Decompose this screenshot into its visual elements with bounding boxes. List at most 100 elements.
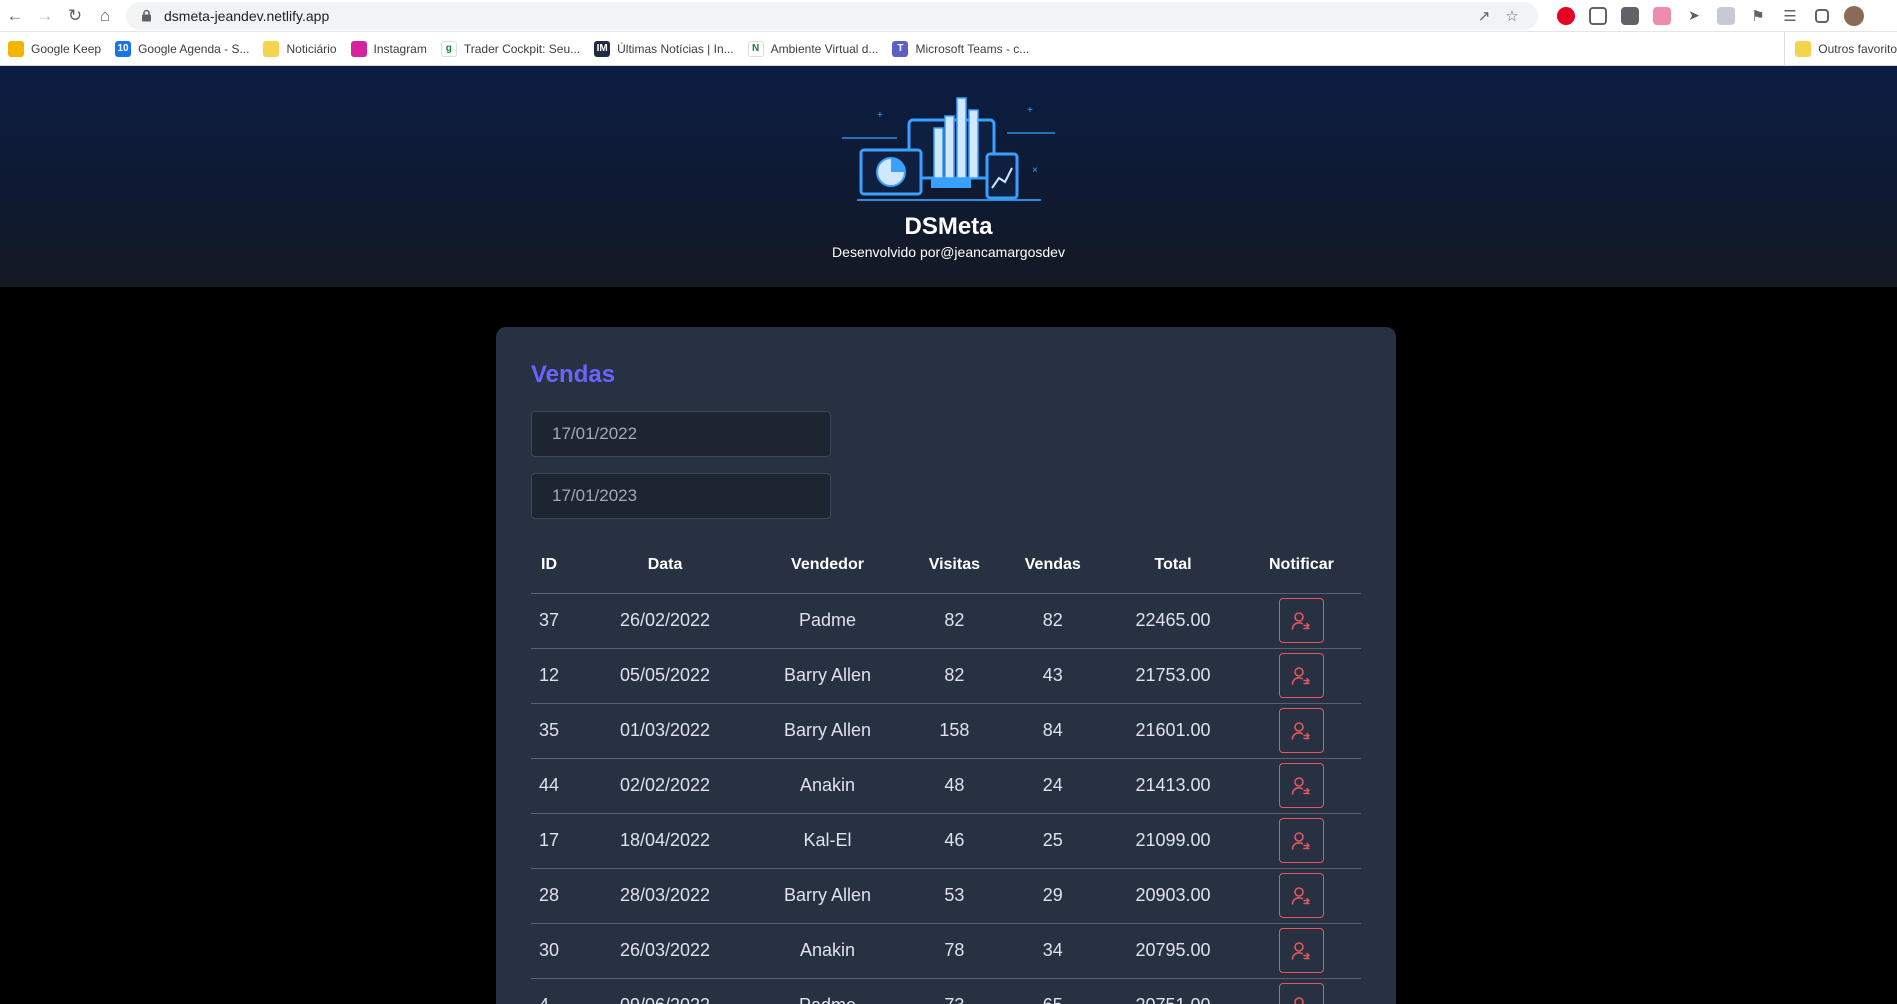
notify-button[interactable] xyxy=(1278,598,1324,643)
table-row: 30 26/03/2022 Anakin 78 34 20795.00 xyxy=(531,923,1361,979)
svg-text:+: + xyxy=(877,110,883,121)
profile-avatar[interactable] xyxy=(1838,0,1870,32)
notify-user-icon xyxy=(1292,666,1311,685)
cell-id: 44 xyxy=(531,758,583,814)
address-bar[interactable]: dsmeta-jeandev.netlify.app ↗ ☆ xyxy=(126,1,1538,30)
home-icon[interactable]: ⌂ xyxy=(90,0,120,32)
cell-total: 21601.00 xyxy=(1104,703,1242,759)
cell-seller: Kal-El xyxy=(747,813,908,869)
cell-notify xyxy=(1241,648,1361,704)
bookmark-label: Ambiente Virtual d... xyxy=(770,41,879,56)
cell-visits: 48 xyxy=(907,758,1002,814)
svg-text:+: + xyxy=(1027,105,1033,116)
cell-sales: 25 xyxy=(1001,813,1105,869)
screenshot-extension-icon[interactable] xyxy=(1582,0,1614,32)
col-seller: Vendedor xyxy=(747,537,908,594)
folder-icon xyxy=(1795,41,1812,57)
cell-notify xyxy=(1241,703,1361,759)
bookmark-item[interactable]: Instagram xyxy=(350,40,427,57)
notify-button[interactable] xyxy=(1278,708,1324,753)
cell-visits: 53 xyxy=(907,868,1002,924)
notify-button[interactable] xyxy=(1278,763,1324,808)
cell-sales: 34 xyxy=(1001,923,1105,979)
url-text: dsmeta-jeandev.netlify.app xyxy=(164,7,330,24)
bookmark-item[interactable]: 10 Google Agenda - S... xyxy=(115,40,250,57)
code-extension-icon[interactable] xyxy=(1710,0,1742,32)
back-arrow-icon[interactable]: ← xyxy=(0,0,30,32)
translate-extension-icon[interactable] xyxy=(1614,0,1646,32)
cell-id: 4 xyxy=(531,978,583,1004)
bookmark-favicon-icon xyxy=(263,40,280,57)
bookmark-favicon-icon: g xyxy=(440,40,457,57)
col-date: Data xyxy=(582,537,748,594)
notify-button[interactable] xyxy=(1278,653,1324,698)
cell-seller: Barry Allen xyxy=(747,703,908,759)
notify-button[interactable] xyxy=(1278,928,1324,973)
browser-toolbar: ← → ↻ ⌂ dsmeta-jeandev.netlify.app ↗ ☆ ➤… xyxy=(0,0,1897,32)
min-date-input[interactable]: 17/01/2022 xyxy=(531,411,831,457)
bookmark-favicon-icon: T xyxy=(892,40,909,57)
cell-id: 30 xyxy=(531,923,583,979)
star-icon[interactable]: ☆ xyxy=(1498,2,1526,30)
bookmark-label: Google Agenda - S... xyxy=(138,41,250,56)
bookmark-item[interactable]: IM Últimas Notícias | In... xyxy=(594,40,734,57)
main-content: Vendas 17/01/2022 17/01/2023 ID Data Ven… xyxy=(0,287,1897,1004)
lock-icon xyxy=(138,8,154,24)
bookmark-label: Noticiário xyxy=(286,41,337,56)
cell-notify xyxy=(1241,923,1361,979)
bookmark-item[interactable]: Google Keep xyxy=(8,40,101,57)
cell-sales: 65 xyxy=(1001,978,1105,1004)
other-bookmarks[interactable]: Outros favorito xyxy=(1784,32,1897,66)
bookmark-item[interactable]: T Microsoft Teams - c... xyxy=(892,40,1029,57)
notify-button[interactable] xyxy=(1278,818,1324,863)
app-header: + + × DSMeta Desenvolvido por@jeancamarg… xyxy=(0,66,1897,287)
bookmark-favicon-icon: 10 xyxy=(115,40,132,57)
pinterest-extension-icon[interactable] xyxy=(1550,0,1582,32)
cell-id: 12 xyxy=(531,648,583,704)
cell-sales: 43 xyxy=(1001,648,1105,704)
col-notify: Notificar xyxy=(1241,537,1361,594)
dashboard-logo-icon: + + × xyxy=(841,97,1055,201)
cell-sales: 82 xyxy=(1001,593,1105,649)
rocket-extension-icon[interactable]: ➤ xyxy=(1678,0,1710,32)
cell-seller: Anakin xyxy=(747,758,908,814)
bookmark-favicon-icon: N xyxy=(747,40,764,57)
cell-notify xyxy=(1241,758,1361,814)
cell-total: 20751.00 xyxy=(1104,978,1242,1004)
bookmark-item[interactable]: N Ambiente Virtual d... xyxy=(747,40,879,57)
bookmark-item[interactable]: g Trader Cockpit: Seu... xyxy=(440,40,580,57)
table-row: 409/06/2022Padme736520751.00 xyxy=(531,978,1361,1004)
sales-table-body: 37 26/02/2022 Padme 82 82 22465.00 12 05/05/202… xyxy=(531,593,1361,1004)
reading-list-icon[interactable]: ☰ xyxy=(1774,0,1806,32)
cell-date: 01/03/2022 xyxy=(582,703,748,759)
cell-seller: Barry Allen xyxy=(747,648,908,704)
cell-seller: Padme xyxy=(747,978,908,1004)
cell-total: 22465.00 xyxy=(1104,593,1242,649)
col-sales: Vendas xyxy=(1001,537,1105,594)
notify-button[interactable] xyxy=(1278,983,1324,1004)
share-icon[interactable]: ↗ xyxy=(1470,2,1498,30)
sales-card: Vendas 17/01/2022 17/01/2023 ID Data Ven… xyxy=(496,327,1396,1004)
cell-seller: Padme xyxy=(747,593,908,649)
cell-notify xyxy=(1241,868,1361,924)
forward-arrow-icon[interactable]: → xyxy=(30,0,60,32)
notify-button[interactable] xyxy=(1278,873,1324,918)
side-panel-icon[interactable] xyxy=(1806,0,1838,32)
sales-table-header: ID Data Vendedor Visitas Vendas Total No… xyxy=(531,537,1361,594)
bookmark-label: Instagram xyxy=(373,41,427,56)
max-date-input[interactable]: 17/01/2023 xyxy=(531,473,831,519)
notify-user-icon xyxy=(1292,721,1311,740)
sales-table: ID Data Vendedor Visitas Vendas Total No… xyxy=(531,537,1361,1004)
puzzle-extension-icon[interactable]: ⚑ xyxy=(1742,0,1774,32)
cell-id: 17 xyxy=(531,813,583,869)
cell-total: 21753.00 xyxy=(1104,648,1242,704)
cell-total: 21413.00 xyxy=(1104,758,1242,814)
reload-icon[interactable]: ↻ xyxy=(60,0,90,32)
bookmark-item[interactable]: Noticiário xyxy=(263,40,337,57)
cell-date: 02/02/2022 xyxy=(582,758,748,814)
app-subtitle: Desenvolvido por@jeancamargosdev xyxy=(832,244,1065,260)
bookmark-favicon-icon xyxy=(350,40,367,57)
notify-user-icon xyxy=(1292,941,1311,960)
m-extension-icon[interactable] xyxy=(1646,0,1678,32)
notify-user-icon xyxy=(1292,611,1311,630)
